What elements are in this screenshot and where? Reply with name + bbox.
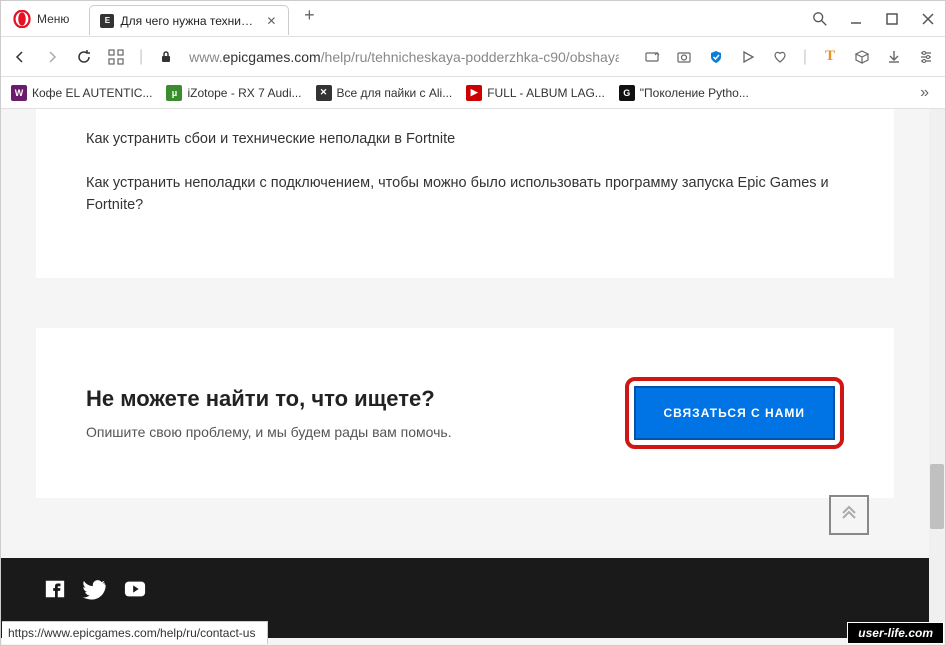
bookmarks-overflow-icon[interactable]: » xyxy=(920,84,935,102)
contact-subtext: Опишите свою проблему, и мы будем рады в… xyxy=(86,424,452,440)
close-tab-icon[interactable]: ✕ xyxy=(264,14,278,28)
faq-link[interactable]: Как устранить сбои и технические неполад… xyxy=(86,129,844,151)
bookmark-favicon-icon: W xyxy=(11,85,27,101)
bookmark-item[interactable]: μiZotope - RX 7 Audi... xyxy=(166,85,301,101)
facebook-icon[interactable] xyxy=(41,578,69,600)
speed-dial-icon[interactable] xyxy=(107,48,125,66)
opera-logo-icon xyxy=(13,10,31,28)
scroll-to-top-button[interactable] xyxy=(829,495,869,535)
download-icon[interactable] xyxy=(885,48,903,66)
scrollbar-thumb[interactable] xyxy=(930,464,944,529)
highlight-box: СВЯЗАТЬСЯ С НАМИ xyxy=(625,377,844,449)
faq-link[interactable]: Как устранить неполадки с подключением, … xyxy=(86,173,844,217)
twitter-icon[interactable] xyxy=(81,578,109,600)
bookmark-favicon-icon: μ xyxy=(166,85,182,101)
screenshot-icon[interactable] xyxy=(643,48,661,66)
youtube-icon[interactable] xyxy=(121,578,149,600)
bookmark-favicon-icon: ▶ xyxy=(466,85,482,101)
address-bar: | www.epicgames.com/help/ru/tehnicheskay… xyxy=(1,37,945,77)
titlebar: Меню E Для чего нужна техничес ✕ + xyxy=(1,1,945,37)
bookmark-item[interactable]: ✕Все для пайки с Ali... xyxy=(316,85,453,101)
watermark: user-life.com xyxy=(847,622,944,644)
contact-card: Не можете найти то, что ищете? Опишите с… xyxy=(36,328,894,498)
bookmark-favicon-icon: ✕ xyxy=(316,85,332,101)
heart-icon[interactable] xyxy=(771,48,789,66)
back-button[interactable] xyxy=(11,48,29,66)
cube-icon[interactable] xyxy=(853,48,871,66)
viewport: Как устранить сбои и технические неполад… xyxy=(1,109,945,645)
play-icon[interactable] xyxy=(739,48,757,66)
settings-icon[interactable] xyxy=(917,48,935,66)
tab-active[interactable]: E Для чего нужна техничес ✕ xyxy=(89,5,289,35)
forward-button[interactable] xyxy=(43,48,61,66)
contact-heading: Не можете найти то, что ищете? xyxy=(86,386,452,412)
camera-icon[interactable] xyxy=(675,48,693,66)
shield-icon[interactable] xyxy=(707,48,725,66)
site-favicon-icon: E xyxy=(100,14,114,28)
reload-button[interactable] xyxy=(75,48,93,66)
bookmark-item[interactable]: ▶FULL - ALBUM LAG... xyxy=(466,85,605,101)
bookmark-item[interactable]: WКофе EL AUTENTIC... xyxy=(11,85,152,101)
contact-us-button[interactable]: СВЯЗАТЬСЯ С НАМИ xyxy=(634,386,835,440)
bookmark-item[interactable]: G"Поколение Pytho... xyxy=(619,85,749,101)
window-controls xyxy=(811,10,945,28)
maximize-icon[interactable] xyxy=(883,10,901,28)
faq-card: Как устранить сбои и технические неполад… xyxy=(36,109,894,278)
vertical-scrollbar[interactable] xyxy=(929,109,945,645)
close-window-icon[interactable] xyxy=(919,10,937,28)
status-bar: https://www.epicgames.com/help/ru/contac… xyxy=(2,621,268,644)
search-icon[interactable] xyxy=(811,10,829,28)
new-tab-button[interactable]: + xyxy=(295,1,323,29)
menu-button[interactable]: Меню xyxy=(37,12,69,26)
lock-icon[interactable] xyxy=(157,48,175,66)
bookmark-favicon-icon: G xyxy=(619,85,635,101)
url-field[interactable]: www.epicgames.com/help/ru/tehnicheskaya-… xyxy=(189,49,619,65)
tab-strip: E Для чего нужна техничес ✕ + xyxy=(89,1,811,36)
bookmarks-bar: WКофе EL AUTENTIC... μiZotope - RX 7 Aud… xyxy=(1,77,945,109)
tab-title: Для чего нужна техничес xyxy=(120,14,258,28)
page-content: Как устранить сбои и технические неполад… xyxy=(1,109,929,645)
minimize-icon[interactable] xyxy=(847,10,865,28)
text-icon[interactable]: T xyxy=(821,48,839,66)
